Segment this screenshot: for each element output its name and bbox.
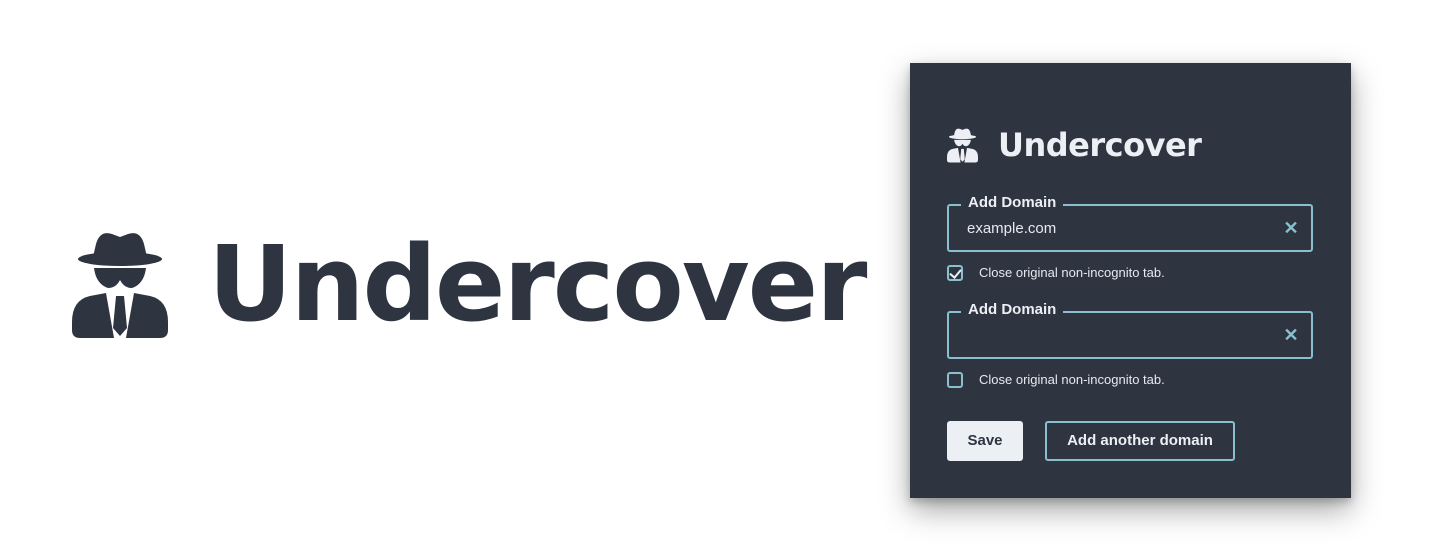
spy-icon [72,233,168,338]
close-tab-option[interactable]: Close original non-incognito tab. [947,372,1165,388]
domain-field[interactable]: Add Domain example.com ✕ [947,194,1313,252]
hero-title: Undercover [208,223,867,345]
close-tab-label: Close original non-incognito tab. [979,265,1165,280]
canvas: Undercover Undercover Add Domain example… [0,0,1440,560]
spy-icon [947,128,978,163]
close-tab-option[interactable]: Close original non-incognito tab. [947,265,1165,281]
add-domain-button[interactable]: Add another domain [1045,421,1235,461]
close-tab-checkbox[interactable] [947,372,963,388]
popup-panel: Undercover Add Domain example.com ✕ Clos… [910,63,1351,498]
domain-field-value[interactable]: example.com [967,220,1056,238]
popup-header: Undercover [947,126,1202,164]
close-icon[interactable]: ✕ [1283,218,1299,238]
hero-logo: Undercover [72,223,867,345]
domain-field-legend: Add Domain [961,301,1064,319]
close-icon[interactable]: ✕ [1283,325,1299,345]
save-button[interactable]: Save [947,421,1023,461]
close-tab-checkbox[interactable] [947,265,963,281]
domain-field-legend: Add Domain [961,194,1064,212]
check-icon [949,266,962,279]
close-tab-label: Close original non-incognito tab. [979,372,1165,387]
domain-field[interactable]: Add Domain ✕ [947,301,1313,359]
popup-title: Undercover [998,126,1202,164]
